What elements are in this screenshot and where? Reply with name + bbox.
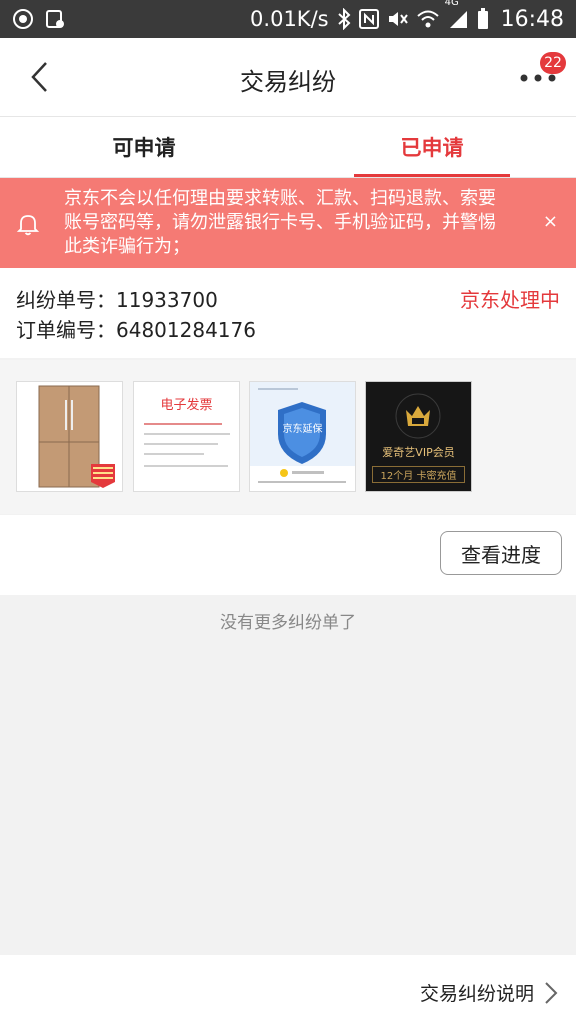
order-id-value: 64801284176: [116, 318, 256, 342]
dispute-id-label: 纠纷单号：: [16, 288, 116, 312]
clock: 16:48: [500, 6, 564, 32]
wifi-icon: [416, 9, 439, 29]
vip-subtitle: 12个月 卡密充值: [372, 466, 465, 483]
mute-icon: [387, 9, 409, 29]
dispute-card-header[interactable]: 纠纷单号：11933700 订单编号：64801284176 京东处理中: [0, 268, 576, 358]
product-thumb-e-invoice[interactable]: 电子发票: [133, 381, 240, 492]
card-actions: 查看进度: [0, 515, 576, 595]
app-icon: [12, 8, 34, 30]
message-badge: 22: [540, 52, 566, 74]
dispute-id: 纠纷单号：11933700: [16, 284, 218, 313]
tab-bar: 可申请 已申请: [0, 117, 576, 178]
warning-text: 京东不会以任何理由要求转账、汇款、扫码退款、索要账号密码等，请勿泄露银行卡号、手…: [64, 188, 496, 257]
product-thumb-jd-warranty[interactable]: 京东延保: [249, 381, 356, 492]
dispute-explanation-link[interactable]: 交易纠纷说明: [420, 979, 558, 1006]
chevron-right-icon: [545, 981, 558, 1004]
view-progress-button[interactable]: 查看进度: [440, 531, 562, 575]
product-thumb-iqiyi-vip[interactable]: 爱奇艺VIP会员 12个月 卡密充值: [365, 381, 472, 492]
signal-icon: 4G: [445, 0, 469, 29]
footer-link-text: 交易纠纷说明: [419, 983, 534, 1005]
tab-underline: [354, 174, 510, 177]
footer: 交易纠纷说明: [0, 955, 576, 1024]
e-invoice-title: 电子发票: [160, 398, 213, 413]
bluetooth-icon: [337, 8, 351, 30]
status-bar: 0.01K/s 4G 16:48: [0, 0, 576, 38]
bell-icon: [16, 215, 40, 236]
status-badge: 京东处理中: [460, 288, 560, 312]
product-thumb-refrigerator[interactable]: [16, 381, 123, 492]
nav-bar: 交易纠纷 22: [0, 38, 576, 117]
nfc-icon: [358, 9, 379, 29]
network-speed: 0.01K/s: [250, 7, 329, 31]
product-images: 电子发票 京东延保 爱奇艺VIP会员 12个月 卡密充值: [0, 360, 576, 514]
order-id-label: 订单编号：: [16, 318, 116, 342]
tab-label: 可申请: [112, 136, 176, 160]
tab-label: 已申请: [400, 136, 464, 160]
close-icon[interactable]: ×: [543, 212, 558, 232]
end-of-list-text: 没有更多纠纷单了: [220, 613, 356, 633]
tab-applied[interactable]: 已申请: [288, 117, 576, 177]
order-id: 订单编号：64801284176: [16, 314, 256, 343]
more-icon: [520, 74, 556, 82]
dispute-id-value: 11933700: [116, 288, 218, 312]
clipboard-icon: [44, 8, 66, 30]
vip-title: 爱奇艺VIP会员: [382, 446, 455, 459]
battery-icon: [477, 8, 489, 30]
net-type: 4G: [444, 0, 459, 8]
page-title: 交易纠纷: [240, 68, 336, 96]
tab-applicable[interactable]: 可申请: [0, 117, 288, 177]
fraud-warning-banner: 京东不会以任何理由要求转账、汇款、扫码退款、索要账号密码等，请勿泄露银行卡号、手…: [0, 178, 576, 268]
warranty-title: 京东延保: [282, 424, 323, 435]
